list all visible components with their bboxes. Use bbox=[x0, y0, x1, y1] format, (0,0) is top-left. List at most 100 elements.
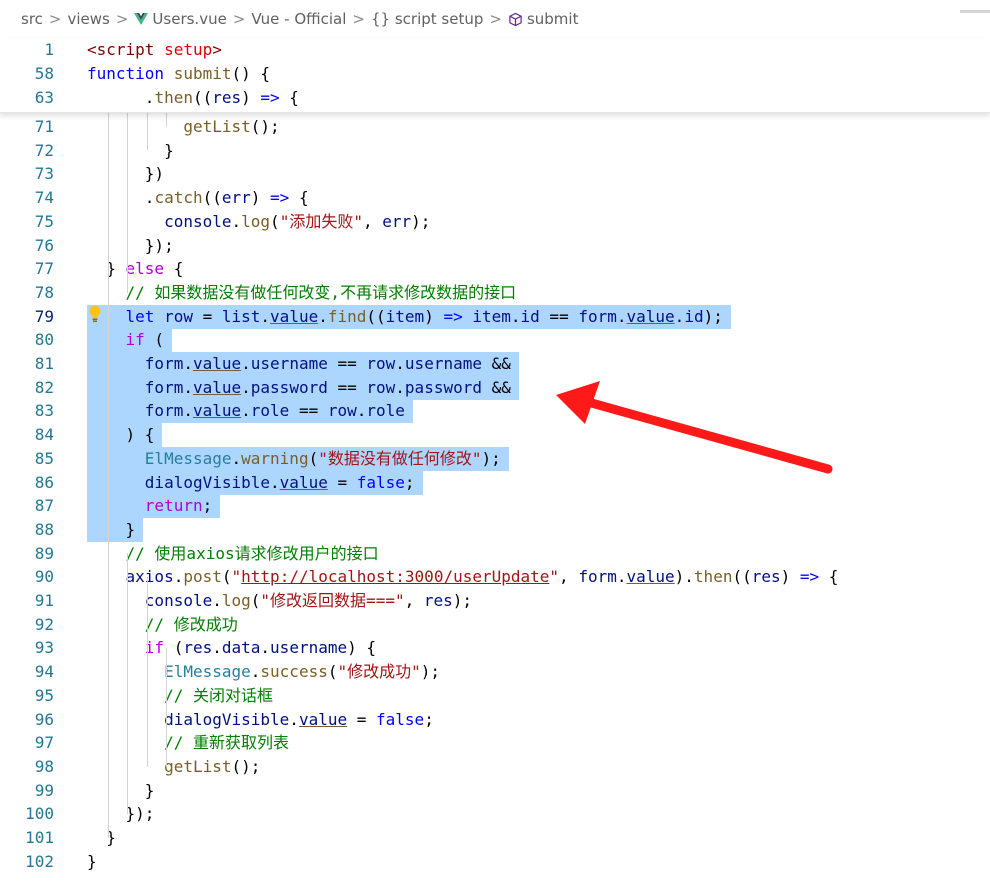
chevron-right-icon: > bbox=[489, 10, 502, 28]
code-token: == bbox=[327, 354, 367, 373]
code-line[interactable]: 95 // 关闭对话框 bbox=[0, 684, 990, 708]
line-number: 93 bbox=[34, 638, 54, 658]
code-line[interactable]: 83 form.value.role == row.role bbox=[0, 399, 990, 424]
code-line[interactable]: 81 form.value.username == row.username &… bbox=[0, 352, 990, 376]
code-token: && bbox=[481, 377, 511, 397]
code-token: ( bbox=[270, 211, 280, 231]
code-token: ) bbox=[241, 88, 261, 107]
code-token: => bbox=[443, 306, 463, 326]
code-line[interactable]: 87 return; bbox=[0, 494, 990, 519]
code-text: .catch((err) => { bbox=[87, 186, 309, 210]
line-number: 75 bbox=[34, 211, 54, 231]
code-line[interactable]: 94 ElMessage.success("修改成功"); bbox=[0, 660, 990, 684]
code-line[interactable]: 80 if ( bbox=[0, 328, 990, 353]
breadcrumb-label: views bbox=[67, 10, 110, 28]
code-token: . bbox=[260, 306, 271, 326]
code-text: getList(); bbox=[87, 755, 260, 779]
code-token: " bbox=[231, 567, 242, 587]
code-editor[interactable]: 71 getList(); 72 } 73 }) 74 .catch((err) =>… bbox=[0, 103, 990, 884]
code-line[interactable]: 72 } bbox=[0, 139, 990, 163]
code-line[interactable]: 1 <script setup> bbox=[0, 38, 990, 62]
code-text: return; bbox=[87, 494, 212, 518]
code-token: ; bbox=[424, 709, 434, 729]
code-token: (( bbox=[202, 188, 222, 208]
code-text: // 重新获取列表 bbox=[87, 731, 289, 755]
code-token: else bbox=[125, 259, 165, 279]
code-text: getList(); bbox=[87, 115, 279, 139]
breadcrumb-item-vue-official[interactable]: Vue - Official bbox=[251, 10, 346, 28]
code-text: } bbox=[87, 518, 136, 542]
code-line[interactable]: 77 } else { bbox=[0, 257, 990, 281]
code-token: ); bbox=[411, 211, 431, 231]
code-line[interactable]: 74 .catch((err) => { bbox=[0, 186, 990, 210]
code-token: log bbox=[221, 591, 251, 610]
code-line[interactable]: 93 if (res.data.username) { bbox=[0, 636, 990, 660]
breadcrumb-label: {} script setup bbox=[370, 10, 484, 28]
code-text: dialogVisible.value = false; bbox=[87, 708, 434, 732]
breadcrumb-item-views[interactable]: views bbox=[67, 10, 109, 28]
code-line[interactable]: 63 .then((res) => { bbox=[0, 86, 990, 110]
code-line[interactable]: 84 ) { bbox=[0, 423, 990, 448]
code-token: . bbox=[510, 306, 521, 326]
code-token: } bbox=[87, 780, 155, 800]
code-line[interactable]: 88 } bbox=[0, 517, 990, 542]
code-line[interactable]: 86 dialogVisible.value = false; bbox=[0, 470, 990, 495]
code-text: axios.post("http://localhost:3000/userUp… bbox=[87, 565, 839, 589]
code-token: . bbox=[250, 662, 261, 682]
code-line[interactable]: 85 ElMessage.warning("数据没有做任何修改"); bbox=[0, 446, 990, 471]
code-line[interactable]: 90 axios.post("http://localhost:3000/use… bbox=[0, 565, 990, 589]
code-token: let bbox=[125, 306, 165, 326]
code-token: . bbox=[212, 591, 222, 610]
code-line[interactable]: 98 getList(); bbox=[0, 755, 990, 779]
code-token: ( bbox=[221, 567, 232, 587]
code-text: // 使用axios请求修改用户的接口 bbox=[87, 542, 379, 566]
code-line[interactable]: 78 // 如果数据没有做任何改变,不再请求修改数据的接口 bbox=[0, 281, 990, 305]
breadcrumb-item-submit[interactable]: submit bbox=[508, 10, 578, 28]
overview-ruler-mark bbox=[960, 10, 990, 13]
chevron-right-icon: > bbox=[352, 10, 365, 28]
line-number: 74 bbox=[34, 188, 54, 208]
code-token: . bbox=[87, 88, 155, 107]
code-token: }) bbox=[87, 164, 165, 184]
breadcrumb-item-script-setup[interactable]: {} script setup bbox=[371, 10, 483, 28]
code-line[interactable]: 99 } bbox=[0, 779, 990, 803]
code-token: == bbox=[539, 306, 579, 326]
sticky-scroll-header[interactable]: 1 <script setup> 58 function submit() {63 .… bbox=[0, 38, 990, 113]
breadcrumb-item-src[interactable]: src bbox=[21, 10, 43, 28]
code-line[interactable]: 101 } bbox=[0, 826, 990, 850]
code-token: ) bbox=[250, 188, 271, 208]
code-line[interactable]: 100 }); bbox=[0, 802, 990, 826]
lightbulb-icon[interactable] bbox=[88, 305, 102, 323]
line-number: 95 bbox=[34, 685, 54, 705]
code-line[interactable]: 89 // 使用axios请求修改用户的接口 bbox=[0, 542, 990, 566]
code-token: } bbox=[87, 519, 136, 539]
code-line[interactable]: 58 function submit() { bbox=[0, 62, 990, 86]
line-number: 90 bbox=[34, 567, 54, 587]
code-line[interactable]: 102} bbox=[0, 850, 990, 874]
code-text: ) { bbox=[87, 423, 155, 447]
code-line[interactable]: 91 console.log("修改返回数据===", res); bbox=[0, 589, 990, 613]
code-token: row bbox=[327, 401, 357, 421]
code-line[interactable]: 82 form.value.password == row.password &… bbox=[0, 375, 990, 400]
code-token: ) { bbox=[347, 638, 377, 658]
code-line[interactable]: 79 let row = list.value.find((item) => i… bbox=[0, 304, 990, 329]
code-token: } bbox=[87, 828, 116, 847]
line-number: 87 bbox=[34, 496, 54, 516]
code-line[interactable]: 97 // 重新获取列表 bbox=[0, 731, 990, 755]
code-token: log bbox=[241, 211, 271, 231]
breadcrumb-item-users-vue[interactable]: Users.vue bbox=[134, 10, 227, 28]
code-text: // 如果数据没有做任何改变,不再请求修改数据的接口 bbox=[87, 281, 517, 305]
code-line[interactable]: 76 }); bbox=[0, 234, 990, 258]
code-line[interactable]: 73 }) bbox=[0, 162, 990, 186]
code-token: item bbox=[385, 306, 425, 326]
code-token: . bbox=[183, 401, 193, 421]
code-line[interactable]: 92 // 修改成功 bbox=[0, 613, 990, 637]
code-line[interactable]: 71 getList(); bbox=[0, 115, 990, 139]
code-token: => bbox=[260, 88, 280, 107]
code-text: console.log("修改返回数据===", res); bbox=[87, 589, 472, 613]
code-token: false bbox=[376, 709, 425, 729]
code-line[interactable]: 96 dialogVisible.value = false; bbox=[0, 708, 990, 732]
code-line[interactable]: 75 console.log("添加失败", err); bbox=[0, 210, 990, 234]
